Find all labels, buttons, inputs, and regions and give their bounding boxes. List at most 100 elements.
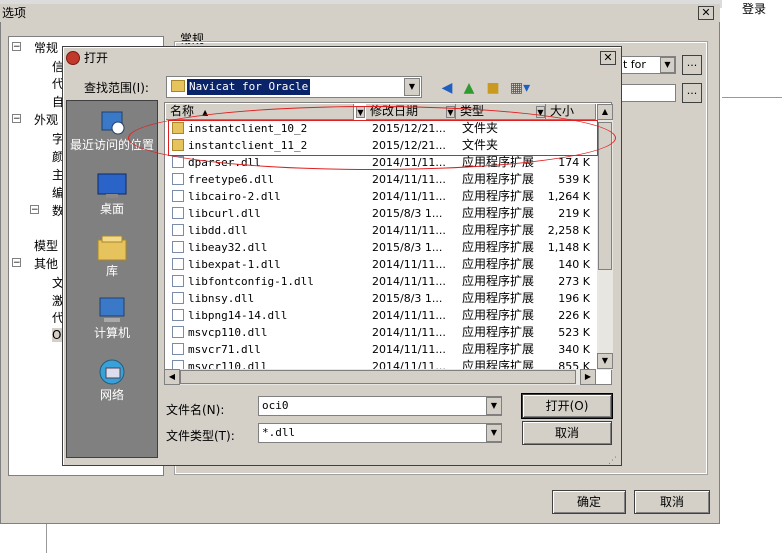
- file-icon: [172, 326, 184, 338]
- scroll-thumb[interactable]: [180, 370, 576, 384]
- divider: [722, 97, 782, 98]
- file-row[interactable]: libcurl.dll 2015/8/3 1... 应用程序扩展 219 K: [166, 205, 596, 222]
- file-date: 2014/11/11...: [372, 173, 446, 186]
- file-size: 340 K: [558, 343, 590, 356]
- login-link[interactable]: 登录: [742, 0, 766, 17]
- file-size: 539 K: [558, 173, 590, 186]
- collapse-icon[interactable]: −: [12, 42, 21, 52]
- browse-button-2[interactable]: ...: [682, 83, 702, 103]
- place-label: 库: [105, 264, 118, 278]
- file-icon: [172, 309, 184, 321]
- file-size: 226 K: [558, 309, 590, 322]
- options-field[interactable]: [620, 84, 676, 102]
- file-date: 2014/11/11...: [372, 190, 446, 203]
- tree-item[interactable]: 其他: [34, 255, 58, 272]
- scroll-up-icon[interactable]: ▲: [597, 104, 613, 120]
- options-cancel-button[interactable]: 取消: [634, 490, 710, 514]
- file-type: 应用程序扩展: [462, 274, 535, 288]
- file-date: 2014/11/11...: [372, 224, 446, 237]
- open-button[interactable]: 打开(O): [521, 393, 613, 419]
- file-icon: [172, 241, 184, 253]
- tree-item[interactable]: 模型: [34, 237, 58, 254]
- collapse-icon[interactable]: −: [12, 114, 21, 124]
- file-row[interactable]: libcairo-2.dll 2014/11/11... 应用程序扩展 1,264 K: [166, 188, 596, 205]
- annotation-ellipse: [128, 106, 616, 170]
- collapse-icon[interactable]: −: [12, 258, 21, 268]
- file-type: 应用程序扩展: [462, 172, 535, 186]
- file-size: 1,148 K: [547, 241, 590, 254]
- look-in-label: 查找范围(I):: [84, 81, 149, 95]
- file-date: 2015/8/3 1...: [372, 207, 443, 220]
- file-name: libnsy.dll: [188, 292, 255, 305]
- open-dialog-titlebar: 打开: [64, 48, 620, 68]
- desktop-icon: [96, 172, 128, 200]
- file-type: 应用程序扩展: [462, 240, 535, 254]
- file-row[interactable]: libdd.dll 2014/11/11... 应用程序扩展 2,258 K: [166, 222, 596, 239]
- library-icon: [96, 234, 128, 262]
- file-name: libfontconfig-1.dll: [188, 275, 314, 288]
- file-name: libcurl.dll: [188, 207, 261, 220]
- file-row[interactable]: libpng14-14.dll 2014/11/11... 应用程序扩展 226 K: [166, 307, 596, 324]
- file-type: 应用程序扩展: [462, 342, 535, 356]
- file-name: msvcp110.dll: [188, 326, 268, 339]
- chevron-down-icon[interactable]: ▼: [486, 397, 502, 415]
- chevron-down-icon[interactable]: ▼: [660, 57, 675, 73]
- file-row[interactable]: msvcr71.dll 2014/11/11... 应用程序扩展 340 K: [166, 341, 596, 358]
- file-icon: [172, 343, 184, 355]
- file-row[interactable]: libfontconfig-1.dll 2014/11/11... 应用程序扩展 27…: [166, 273, 596, 290]
- tree-item[interactable]: 外观: [34, 111, 58, 128]
- resize-grip-icon[interactable]: ⋰: [608, 456, 620, 466]
- file-size: 523 K: [558, 326, 590, 339]
- file-name: libcairo-2.dll: [188, 190, 281, 203]
- file-date: 2014/11/11...: [372, 258, 446, 271]
- file-row[interactable]: libexpat-1.dll 2014/11/11... 应用程序扩展 140 K: [166, 256, 596, 273]
- divider: [46, 520, 47, 553]
- filename-input[interactable]: oci0: [258, 396, 502, 416]
- scroll-left-icon[interactable]: ◀: [164, 369, 180, 385]
- place-library[interactable]: 库: [66, 234, 158, 279]
- back-icon[interactable]: ◀: [438, 79, 456, 97]
- file-icon: [172, 224, 184, 236]
- scroll-right-icon[interactable]: ▶: [580, 369, 596, 385]
- ok-button[interactable]: 确定: [552, 490, 626, 514]
- file-row[interactable]: libeay32.dll 2015/8/3 1... 应用程序扩展 1,148 K: [166, 239, 596, 256]
- place-network[interactable]: 网络: [66, 358, 158, 403]
- file-row[interactable]: freetype6.dll 2014/11/11... 应用程序扩展 539 K: [166, 171, 596, 188]
- file-name: libexpat-1.dll: [188, 258, 281, 271]
- file-size: 273 K: [558, 275, 590, 288]
- chevron-down-icon[interactable]: ▼: [404, 78, 420, 96]
- file-size: 140 K: [558, 258, 590, 271]
- file-icon: [172, 207, 184, 219]
- filetype-label: 文件类型(T):: [166, 429, 235, 443]
- options-close-button[interactable]: ✕: [698, 6, 714, 20]
- view-menu-icon[interactable]: ▦▾: [508, 79, 532, 97]
- file-row[interactable]: msvcp110.dll 2014/11/11... 应用程序扩展 523 K: [166, 324, 596, 341]
- file-name: libeay32.dll: [188, 241, 268, 254]
- tree-item[interactable]: 常规: [34, 39, 58, 56]
- file-row[interactable]: libnsy.dll 2015/8/3 1... 应用程序扩展 196 K: [166, 290, 596, 307]
- file-type: 应用程序扩展: [462, 291, 535, 305]
- collapse-icon[interactable]: −: [30, 205, 39, 215]
- up-folder-icon[interactable]: ▲: [460, 79, 478, 97]
- file-date: 2014/11/11...: [372, 309, 446, 322]
- new-folder-icon[interactable]: ■: [484, 79, 502, 97]
- look-in-value: Navicat for Oracle: [187, 79, 311, 95]
- open-close-button[interactable]: ✕: [600, 51, 616, 65]
- scroll-down-icon[interactable]: ▼: [597, 353, 613, 369]
- place-computer[interactable]: 计算机: [66, 296, 158, 341]
- file-icon: [172, 173, 184, 185]
- open-dialog-title: 打开: [84, 51, 109, 65]
- file-date: 2014/11/11...: [372, 275, 446, 288]
- open-cancel-button[interactable]: 取消: [522, 421, 612, 445]
- computer-icon: [96, 296, 128, 324]
- place-desktop[interactable]: 桌面: [66, 172, 158, 217]
- chevron-down-icon[interactable]: ▼: [486, 424, 502, 442]
- place-label: 网络: [99, 388, 124, 402]
- filetype-select[interactable]: *.dll: [258, 423, 502, 443]
- file-date: 2015/8/3 1...: [372, 292, 443, 305]
- browse-button[interactable]: ...: [682, 55, 702, 75]
- options-dialog-title: 选项: [0, 4, 720, 22]
- file-type: 应用程序扩展: [462, 308, 535, 322]
- place-label: 桌面: [99, 202, 124, 216]
- file-type: 应用程序扩展: [462, 223, 535, 237]
